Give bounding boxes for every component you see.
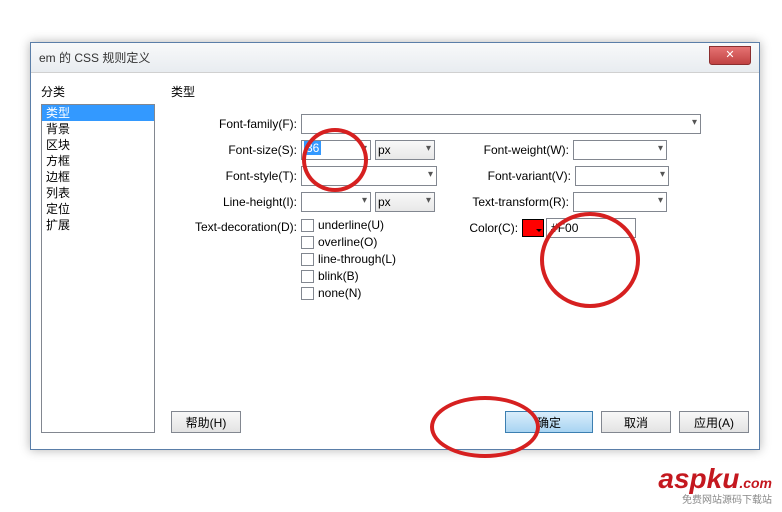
font-style-label: Font-style(T): (171, 169, 301, 183)
font-size-label: Font-size(S): (171, 143, 301, 157)
overline-checkbox[interactable] (301, 236, 314, 249)
close-button[interactable]: ✕ (709, 46, 751, 65)
category-item-border[interactable]: 边框 (42, 169, 154, 185)
watermark: aspku.com 免费网站源码下载站 (658, 463, 772, 506)
help-button[interactable]: 帮助(H) (171, 411, 241, 433)
color-label: Color(C): (450, 221, 522, 235)
titlebar: em 的 CSS 规则定义 ✕ (31, 43, 759, 73)
line-height-label: Line-height(I): (171, 195, 301, 209)
color-input[interactable] (546, 218, 636, 238)
category-label: 分类 (41, 83, 155, 100)
category-item-background[interactable]: 背景 (42, 121, 154, 137)
category-panel: 分类 类型 背景 区块 方框 边框 列表 定位 扩展 (41, 83, 155, 433)
category-item-block[interactable]: 区块 (42, 137, 154, 153)
category-item-list[interactable]: 列表 (42, 185, 154, 201)
category-item-extend[interactable]: 扩展 (42, 217, 154, 233)
font-weight-combo[interactable] (573, 140, 667, 160)
text-transform-label: Text-transform(R): (453, 195, 573, 209)
line-through-label: line-through(L) (318, 252, 396, 266)
category-item-box[interactable]: 方框 (42, 153, 154, 169)
main-heading: 类型 (171, 83, 749, 100)
text-decoration-label: Text-decoration(D): (171, 218, 301, 234)
blink-checkbox[interactable] (301, 270, 314, 283)
category-item-type[interactable]: 类型 (42, 105, 154, 121)
ok-button[interactable]: 确定 (505, 411, 593, 433)
form-area: Font-family(F): Font-size(S): 36 px Font… (171, 114, 749, 411)
apply-button[interactable]: 应用(A) (679, 411, 749, 433)
none-checkbox[interactable] (301, 287, 314, 300)
font-family-label: Font-family(F): (171, 117, 301, 131)
font-weight-label: Font-weight(W): (453, 143, 573, 157)
font-family-combo[interactable] (301, 114, 701, 134)
line-height-combo[interactable] (301, 192, 371, 212)
category-item-position[interactable]: 定位 (42, 201, 154, 217)
text-transform-combo[interactable] (573, 192, 667, 212)
cancel-button[interactable]: 取消 (601, 411, 671, 433)
underline-checkbox[interactable] (301, 219, 314, 232)
dialog-title: em 的 CSS 规则定义 (39, 49, 150, 66)
main-panel: 类型 Font-family(F): Font-size(S): 36 px F… (155, 83, 749, 433)
line-through-checkbox[interactable] (301, 253, 314, 266)
button-row: 帮助(H) 确定 取消 应用(A) (171, 411, 749, 433)
line-height-unit-combo[interactable]: px (375, 192, 435, 212)
overline-label: overline(O) (318, 235, 377, 249)
dialog-content: 分类 类型 背景 区块 方框 边框 列表 定位 扩展 类型 Font-famil… (31, 73, 759, 443)
category-listbox[interactable]: 类型 背景 区块 方框 边框 列表 定位 扩展 (41, 104, 155, 433)
text-decoration-group: underline(U) overline(O) line-through(L)… (301, 218, 396, 303)
font-variant-combo[interactable] (575, 166, 669, 186)
none-label: none(N) (318, 286, 361, 300)
blink-label: blink(B) (318, 269, 359, 283)
dialog-window: em 的 CSS 规则定义 ✕ 分类 类型 背景 区块 方框 边框 列表 定位 … (30, 42, 760, 450)
font-style-combo[interactable] (301, 166, 437, 186)
font-size-combo[interactable]: 36 (301, 140, 371, 160)
color-swatch[interactable] (522, 219, 544, 237)
font-size-unit-combo[interactable]: px (375, 140, 435, 160)
underline-label: underline(U) (318, 218, 384, 232)
font-variant-label: Font-variant(V): (455, 169, 575, 183)
